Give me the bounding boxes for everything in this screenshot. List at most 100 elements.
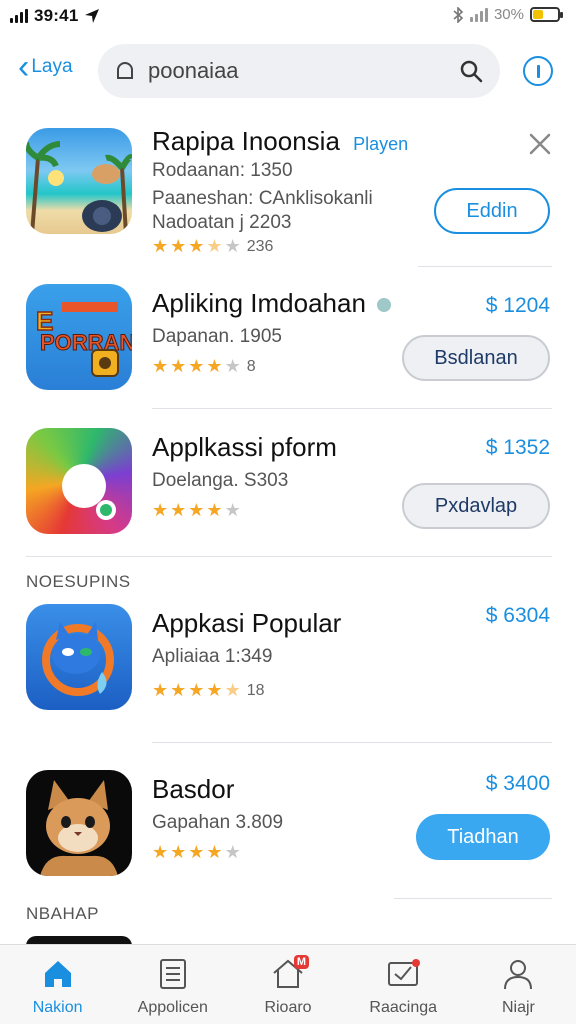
star-icon: ★ <box>206 356 223 376</box>
search-input[interactable] <box>148 58 458 84</box>
document-icon <box>159 959 186 989</box>
star-icon: ★ <box>152 842 169 862</box>
battery-percent: 30% <box>493 6 524 23</box>
tab-bar: Nakion Appolicen M Rioaro Raacinga Niajr <box>0 944 576 1024</box>
list-item[interactable]: Basdor Gapahan 3.809 ★ ★ ★ ★ ★ $ 3400 Tiadha… <box>0 770 576 890</box>
rating-stars: ★ ★ ★ ★ ★ 8 <box>152 356 256 377</box>
star-icon: ★ <box>224 680 241 700</box>
app-title[interactable]: Applkassi pform <box>152 432 337 463</box>
top-nav: ‹ Laya <box>0 40 576 100</box>
search-bar[interactable] <box>98 44 500 98</box>
rating-stars: ★ ★ ★ ★ ★ <box>152 500 241 521</box>
tab-raacinga[interactable]: Raacinga <box>346 945 461 1024</box>
tab-applications[interactable]: Appolicen <box>115 945 230 1024</box>
star-icon: ★ <box>206 236 223 256</box>
status-time: 39:41 <box>34 6 79 25</box>
app-price: $ 1204 <box>485 294 550 317</box>
tab-home[interactable]: Nakion <box>0 945 115 1024</box>
app-action-button[interactable]: Bsdlanan <box>402 335 550 381</box>
star-icon: ★ <box>170 500 187 520</box>
status-bar: 39:41 30% <box>0 0 576 34</box>
verified-icon <box>377 298 392 313</box>
app-icon-game: E PORRAN <box>26 284 132 390</box>
tab-label: Raacinga <box>369 999 438 1016</box>
star-icon: ★ <box>224 356 241 376</box>
divider <box>26 556 552 557</box>
star-icon: ★ <box>188 680 205 700</box>
star-icon: ★ <box>224 500 241 520</box>
app-price: $ 1352 <box>485 436 550 459</box>
tab-rioaro[interactable]: M Rioaro <box>230 945 345 1024</box>
cellular-icon <box>469 7 488 22</box>
rating-count: 236 <box>246 237 274 255</box>
app-price: $ 6304 <box>485 604 550 627</box>
star-icon: ★ <box>206 500 223 520</box>
app-detail-line: Dapanan. 1905 <box>152 326 282 347</box>
app-icon-chat <box>26 428 132 534</box>
app-title[interactable]: Apliking Imdoahan <box>152 288 392 319</box>
tab-profile[interactable]: Niajr <box>461 945 576 1024</box>
app-detail-line: Doelanga. S303 <box>152 470 289 491</box>
list-item[interactable]: Appkasi Popular Apliaiaa 1:349 ★ ★ ★ ★ ★ 18 $… <box>0 604 576 724</box>
star-icon: ★ <box>152 356 169 376</box>
star-icon: ★ <box>152 500 169 520</box>
info-button[interactable] <box>523 56 553 86</box>
app-action-button[interactable]: Pxdavlap <box>402 483 550 529</box>
divider <box>152 408 552 409</box>
app-detail-line: Gapahan 3.809 <box>152 812 284 833</box>
tab-label: Appolicen <box>137 999 208 1016</box>
bell-icon <box>117 62 133 79</box>
bluetooth-icon <box>453 6 464 23</box>
app-title[interactable]: Appkasi Popular <box>152 608 341 639</box>
app-action-button[interactable]: Tiadhan <box>416 814 550 860</box>
rating-stars: ★ ★ ★ ★ ★ <box>152 842 241 863</box>
divider <box>394 898 552 899</box>
house-badge-icon: M <box>271 955 309 991</box>
back-button[interactable]: ‹ Laya <box>18 48 73 86</box>
app-action-button[interactable]: Eddin <box>434 188 550 234</box>
inbox-icon <box>386 957 421 991</box>
svg-text:PORRAN: PORRAN <box>40 330 132 355</box>
app-detail-line: Paaneshan: CAnklisokanli <box>152 188 373 209</box>
tab-label: Rioaro <box>264 999 312 1016</box>
star-icon: ★ <box>170 356 187 376</box>
rating-stars: ★ ★ ★ ★ ★ 236 <box>152 236 273 257</box>
tab-label: Nakion <box>32 999 83 1016</box>
rating-stars: ★ ★ ★ ★ ★ 18 <box>152 680 265 701</box>
star-icon: ★ <box>170 842 187 862</box>
search-icon[interactable] <box>458 58 484 84</box>
chevron-left-icon: ‹ <box>18 48 30 86</box>
app-title[interactable]: Rapipa Inoonsia Playen <box>152 126 408 157</box>
notification-badge: M <box>293 955 309 969</box>
star-icon: ★ <box>224 842 241 862</box>
star-icon: ★ <box>206 842 223 862</box>
rating-count: 18 <box>246 681 265 699</box>
star-icon: ★ <box>188 842 205 862</box>
section-label: NBAHAP <box>26 904 99 923</box>
app-title[interactable]: Basdor <box>152 774 234 805</box>
list-item[interactable]: Applkassi pform Doelanga. S303 ★ ★ ★ ★ ★ $ 1… <box>0 428 576 548</box>
star-icon: ★ <box>170 236 187 256</box>
person-icon <box>504 960 533 990</box>
list-item[interactable]: E PORRAN Apliking Imdoahan Dapanan. 1905… <box>0 284 576 404</box>
star-icon: ★ <box>188 500 205 520</box>
location-arrow-icon <box>85 9 100 23</box>
divider <box>152 742 552 743</box>
app-title-text: Rapipa Inoonsia <box>152 126 340 156</box>
rating-count: 8 <box>246 357 256 375</box>
close-icon[interactable] <box>528 132 552 156</box>
star-icon: ★ <box>152 680 169 700</box>
section-label: NOESUPINS <box>26 572 131 591</box>
star-icon: ★ <box>188 236 205 256</box>
app-detail-line: Rodaanan: 1350 <box>152 160 293 181</box>
app-icon-cat-blue <box>26 604 132 710</box>
home-icon <box>44 961 71 987</box>
app-price: $ 3400 <box>485 772 550 795</box>
app-icon-cat <box>26 770 132 876</box>
list-item[interactable]: Rapipa Inoonsia Playen Rodaanan: 1350 Pa… <box>0 126 576 268</box>
star-icon: ★ <box>224 236 241 256</box>
star-icon: ★ <box>152 236 169 256</box>
app-detail-line: Nadoatan j 2203 <box>152 212 292 233</box>
tab-label: Niajr <box>501 999 535 1016</box>
battery-icon <box>530 7 563 22</box>
